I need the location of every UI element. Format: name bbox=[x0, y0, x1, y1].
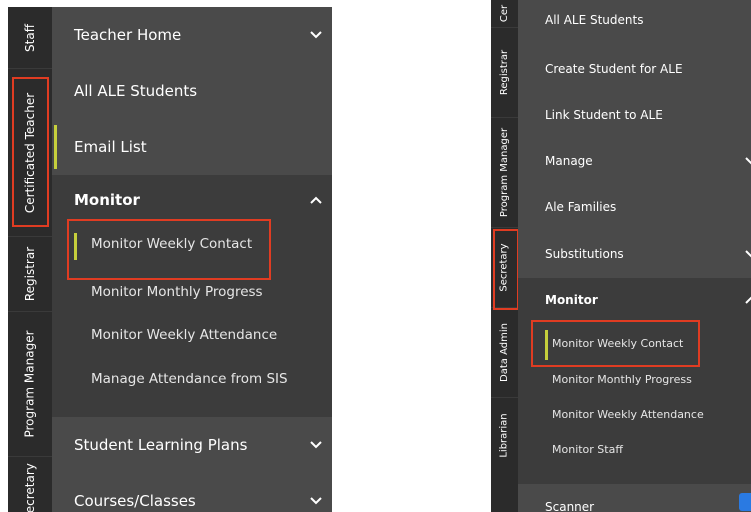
menu-item-create-student-for-ale[interactable]: Create Student for ALE bbox=[518, 46, 751, 92]
menu-item-label: Scanner bbox=[545, 500, 595, 512]
submenu-item-label: Manage Attendance from SIS bbox=[91, 371, 288, 387]
highlight-box bbox=[12, 77, 49, 227]
submenu-item-manage-attendance-from-sis[interactable]: Manage Attendance from SIS bbox=[52, 360, 332, 398]
menu-item-label: Link Student to ALE bbox=[545, 108, 663, 122]
rail-tab-secretary[interactable]: Secretary bbox=[8, 457, 52, 512]
submenu-item-monitor-weekly-attendance[interactable]: Monitor Weekly Attendance bbox=[518, 397, 751, 431]
rail-tab-certificated[interactable]: Cer bbox=[491, 0, 518, 28]
rail-tab-data-admin[interactable]: Data Admin bbox=[491, 308, 518, 398]
submenu-item-monitor-weekly-attendance[interactable]: Monitor Weekly Attendance bbox=[52, 316, 332, 354]
rail-tab-registrar[interactable]: Registrar bbox=[8, 237, 52, 312]
menu-group-monitor[interactable]: Monitor bbox=[518, 278, 751, 322]
rail-tab-label: Secretary bbox=[23, 463, 37, 512]
submenu-item-monitor-staff[interactable]: Monitor Staff bbox=[518, 432, 751, 466]
menu-item-manage[interactable]: Manage bbox=[518, 138, 751, 184]
rail-tab-label: Data Admin bbox=[499, 323, 510, 382]
chevron-down-icon bbox=[745, 249, 751, 259]
menu-item-all-ale-students[interactable]: All ALE Students bbox=[518, 0, 751, 40]
rail-tab-staff[interactable]: Staff bbox=[8, 7, 52, 69]
rail-tab-label: Cer bbox=[499, 4, 510, 23]
menu-item-label: Manage bbox=[545, 154, 593, 168]
menu-item-label: Teacher Home bbox=[74, 26, 182, 44]
rail-tab-label: Program Manager bbox=[499, 127, 510, 218]
menu-item-label: Substitutions bbox=[545, 247, 624, 261]
menu-item-label: All ALE Students bbox=[74, 82, 198, 100]
menu-group-monitor-header[interactable]: Monitor bbox=[52, 175, 332, 225]
rail-tab-label: Staff bbox=[22, 23, 37, 52]
submenu-item-label: Monitor Weekly Attendance bbox=[91, 327, 278, 343]
menu-item-label: Student Learning Plans bbox=[74, 436, 248, 454]
chevron-down-icon bbox=[310, 30, 322, 40]
chevron-down-icon bbox=[745, 156, 751, 166]
menu-item-label: Monitor bbox=[74, 191, 140, 209]
active-indicator bbox=[54, 125, 57, 169]
submenu-item-monitor-monthly-progress[interactable]: Monitor Monthly Progress bbox=[518, 362, 751, 396]
rail-tab-registrar[interactable]: Registrar bbox=[491, 28, 518, 118]
menu-item-teacher-home[interactable]: Teacher Home bbox=[52, 7, 332, 63]
rail-tab-program-manager[interactable]: Program Manager bbox=[491, 118, 518, 228]
submenu-item-label: Monitor Staff bbox=[552, 442, 623, 456]
submenu-item-label: Monitor Monthly Progress bbox=[552, 372, 692, 386]
menu-item-courses-classes[interactable]: Courses/Classes bbox=[52, 473, 332, 512]
menu-item-label: Email List bbox=[74, 138, 147, 156]
menu-item-scanner[interactable]: Scanner bbox=[518, 490, 751, 512]
menu: Teacher Home All ALE Students Email List… bbox=[52, 7, 332, 512]
menu-item-student-learning-plans[interactable]: Student Learning Plans bbox=[52, 417, 332, 473]
submenu-item-label: Monitor Monthly Progress bbox=[91, 284, 263, 300]
rail-tab-label: Program Manager bbox=[23, 330, 38, 438]
menu-item-label: Create Student for ALE bbox=[545, 62, 683, 76]
right-navigation-panel: Cer Registrar Program Manager Secretary … bbox=[491, 0, 751, 512]
rail-tab-program-manager[interactable]: Program Manager bbox=[8, 312, 52, 457]
rail-tab-label: Registrar bbox=[499, 49, 511, 96]
menu-item-substitutions[interactable]: Substitutions bbox=[518, 230, 751, 278]
menu-group-monitor[interactable]: Monitor bbox=[52, 175, 332, 225]
left-navigation-panel: Staff Certificated Teacher Registrar Pro… bbox=[8, 7, 332, 512]
chevron-up-icon bbox=[745, 295, 751, 305]
menu-item-email-list[interactable]: Email List bbox=[52, 119, 332, 175]
menu-item-link-student-to-ale[interactable]: Link Student to ALE bbox=[518, 92, 751, 138]
highlight-box bbox=[531, 320, 700, 367]
scanner-badge-icon[interactable] bbox=[739, 493, 751, 511]
chevron-down-icon bbox=[310, 496, 322, 506]
chevron-up-icon bbox=[310, 195, 322, 205]
rail-tab-label: Registrar bbox=[23, 246, 37, 302]
rail-tab-label: Librarian bbox=[499, 413, 511, 458]
highlight-box bbox=[67, 219, 271, 280]
menu-item-label: Ale Families bbox=[545, 200, 617, 214]
chevron-down-icon bbox=[310, 440, 322, 450]
menu-item-ale-families[interactable]: Ale Families bbox=[518, 184, 751, 230]
menu-group-monitor-header[interactable]: Monitor bbox=[518, 278, 751, 322]
rail-tab-librarian[interactable]: Librarian bbox=[491, 398, 518, 473]
menu-item-label: All ALE Students bbox=[545, 13, 644, 27]
highlight-box bbox=[493, 229, 519, 310]
menu-item-label: Monitor bbox=[545, 293, 598, 307]
menu-item-label: Courses/Classes bbox=[74, 492, 196, 510]
submenu-item-label: Monitor Weekly Attendance bbox=[552, 407, 704, 421]
menu: All ALE Students Create Student for ALE … bbox=[518, 0, 751, 512]
menu-item-all-ale-students[interactable]: All ALE Students bbox=[52, 63, 332, 119]
